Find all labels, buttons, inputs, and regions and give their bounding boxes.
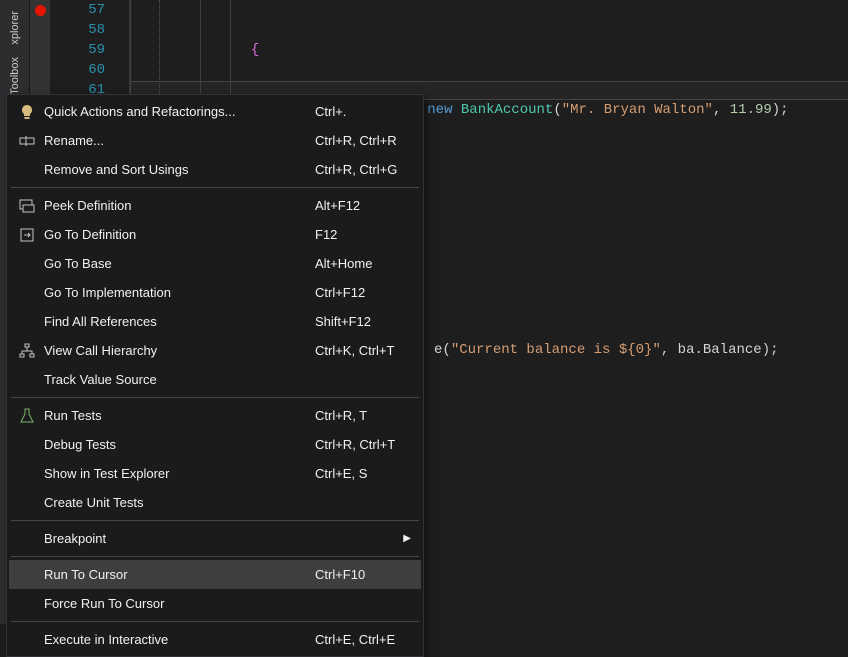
lightbulb-icon [15, 104, 39, 120]
code-line[interactable]: { [150, 40, 848, 60]
menu-item-shortcut: Ctrl+E, S [315, 466, 415, 481]
menu-item-label: View Call Hierarchy [39, 343, 315, 358]
menu-item-shortcut: Ctrl+R, T [315, 408, 415, 423]
line-number: 60 [50, 60, 105, 80]
menu-item-go-to-implementation[interactable]: Go To ImplementationCtrl+F12 [9, 278, 421, 307]
menu-item-quick-actions-and-refactorings[interactable]: Quick Actions and Refactorings...Ctrl+. [9, 97, 421, 126]
menu-item-run-to-cursor[interactable]: Run To CursorCtrl+F10 [9, 560, 421, 589]
menu-item-label: Debug Tests [39, 437, 315, 452]
menu-item-label: Go To Definition [39, 227, 315, 242]
menu-item-label: Go To Base [39, 256, 315, 271]
menu-separator [11, 520, 419, 521]
menu-item-label: Breakpoint [39, 531, 303, 546]
goto-icon [15, 227, 39, 243]
menu-item-go-to-base[interactable]: Go To BaseAlt+Home [9, 249, 421, 278]
menu-item-shortcut: Shift+F12 [315, 314, 415, 329]
peek-icon [15, 198, 39, 214]
menu-item-shortcut: Ctrl+R, Ctrl+G [315, 162, 415, 177]
menu-item-shortcut: Alt+F12 [315, 198, 415, 213]
menu-item-track-value-source[interactable]: Track Value Source [9, 365, 421, 394]
menu-item-label: Run Tests [39, 408, 315, 423]
menu-item-label: Force Run To Cursor [39, 596, 315, 611]
menu-item-shortcut: Ctrl+R, Ctrl+R [315, 133, 415, 148]
hierarchy-icon [15, 343, 39, 359]
line-number: 59 [50, 40, 105, 60]
rename-icon [15, 133, 39, 149]
menu-item-shortcut: Ctrl+F12 [315, 285, 415, 300]
menu-separator [11, 556, 419, 557]
menu-item-rename[interactable]: Rename...Ctrl+R, Ctrl+R [9, 126, 421, 155]
context-menu[interactable]: Quick Actions and Refactorings...Ctrl+.R… [6, 94, 424, 657]
menu-item-view-call-hierarchy[interactable]: View Call HierarchyCtrl+K, Ctrl+T [9, 336, 421, 365]
flask-icon [15, 408, 39, 424]
menu-item-remove-and-sort-usings[interactable]: Remove and Sort UsingsCtrl+R, Ctrl+G [9, 155, 421, 184]
menu-item-create-unit-tests[interactable]: Create Unit Tests [9, 488, 421, 517]
menu-item-label: Execute in Interactive [39, 632, 315, 647]
menu-item-label: Remove and Sort Usings [39, 162, 315, 177]
menu-item-peek-definition[interactable]: Peek DefinitionAlt+F12 [9, 191, 421, 220]
breakpoint-icon[interactable] [35, 5, 46, 16]
menu-separator [11, 397, 419, 398]
menu-item-shortcut: Ctrl+F10 [315, 567, 415, 582]
menu-item-label: Run To Cursor [39, 567, 315, 582]
menu-item-find-all-references[interactable]: Find All ReferencesShift+F12 [9, 307, 421, 336]
menu-item-shortcut: Ctrl+R, Ctrl+T [315, 437, 415, 452]
menu-item-show-in-test-explorer[interactable]: Show in Test ExplorerCtrl+E, S [9, 459, 421, 488]
menu-separator [11, 621, 419, 622]
menu-item-label: Quick Actions and Refactorings... [39, 104, 315, 119]
menu-item-breakpoint[interactable]: Breakpoint ▶ [9, 524, 421, 553]
menu-item-label: Create Unit Tests [39, 495, 315, 510]
menu-item-shortcut: Ctrl+. [315, 104, 415, 119]
menu-item-label: Show in Test Explorer [39, 466, 315, 481]
menu-item-shortcut: Alt+Home [315, 256, 415, 271]
menu-item-run-tests[interactable]: Run TestsCtrl+R, T [9, 401, 421, 430]
menu-item-shortcut: Ctrl+K, Ctrl+T [315, 343, 415, 358]
menu-item-shortcut: Ctrl+E, Ctrl+E [315, 632, 415, 647]
menu-item-shortcut: F12 [315, 227, 415, 242]
menu-item-label: Rename... [39, 133, 315, 148]
menu-item-label: Find All References [39, 314, 315, 329]
menu-item-debug-tests[interactable]: Debug TestsCtrl+R, Ctrl+T [9, 430, 421, 459]
menu-item-go-to-definition[interactable]: Go To DefinitionF12 [9, 220, 421, 249]
sidebar-tab-explorer[interactable]: xplorer [6, 5, 24, 51]
line-numbers: 57 58 59 60 61 [50, 0, 130, 100]
line-number: 58 [50, 20, 105, 40]
line-number: 57 [50, 0, 105, 20]
menu-item-force-run-to-cursor[interactable]: Force Run To Cursor [9, 589, 421, 618]
menu-item-label: Go To Implementation [39, 285, 315, 300]
menu-item-execute-in-interactive[interactable]: Execute in InteractiveCtrl+E, Ctrl+E [9, 625, 421, 654]
chevron-right-icon: ▶ [403, 533, 415, 544]
menu-separator [11, 187, 419, 188]
menu-item-label: Track Value Source [39, 372, 315, 387]
menu-item-label: Peek Definition [39, 198, 315, 213]
